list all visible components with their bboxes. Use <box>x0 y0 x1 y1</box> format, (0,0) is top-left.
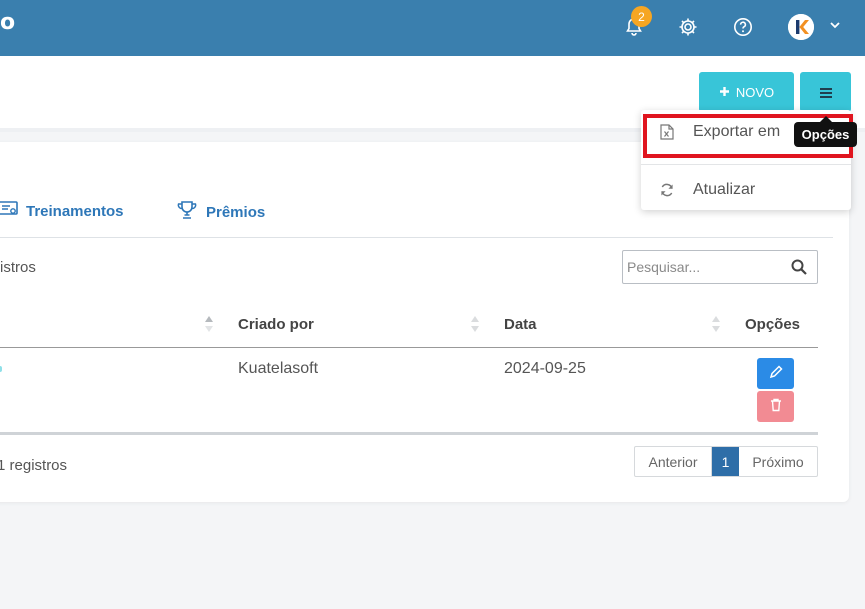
notification-badge[interactable]: 2 <box>631 6 652 27</box>
brand-logo-text[interactable]: o <box>0 10 15 35</box>
cell-date: 2024-09-25 <box>504 360 586 377</box>
records-per-page-label: istros <box>0 259 36 276</box>
table-header-divider <box>0 347 818 348</box>
user-avatar[interactable] <box>788 14 814 40</box>
help-icon[interactable] <box>730 14 756 40</box>
pencil-icon <box>769 364 783 383</box>
new-button[interactable]: NOVO <box>699 72 794 112</box>
menu-item-label: Atualizar <box>693 181 756 198</box>
certificate-icon <box>0 200 18 222</box>
table-footer-divider <box>0 432 818 435</box>
menu-divider <box>641 164 851 165</box>
refresh-icon <box>641 182 693 198</box>
column-header-date[interactable]: Data <box>504 316 537 333</box>
tab-treinamentos[interactable]: Treinamentos <box>0 200 124 222</box>
pagination-previous[interactable]: Anterior <box>635 447 712 476</box>
trophy-icon <box>176 200 198 224</box>
menu-item-refresh[interactable]: Atualizar <box>641 175 851 205</box>
pagination-page-1[interactable]: 1 <box>712 447 739 476</box>
column-header-options: Opções <box>745 316 801 333</box>
edit-button[interactable] <box>757 358 794 389</box>
cell-created-by: Kuatelasoft <box>238 360 319 377</box>
search-icon[interactable] <box>791 259 807 279</box>
plus-icon <box>719 85 730 100</box>
tabs-divider <box>0 237 833 238</box>
sort-icon[interactable] <box>711 314 721 334</box>
search-box[interactable] <box>622 250 818 284</box>
tab-premios[interactable]: Prêmios <box>176 200 265 224</box>
gear-icon[interactable] <box>675 14 701 40</box>
pagination-next[interactable]: Próximo <box>739 447 817 476</box>
search-input[interactable] <box>627 255 787 279</box>
chevron-down-icon[interactable] <box>828 17 842 36</box>
options-tooltip: Opções <box>794 122 857 147</box>
tab-label: Treinamentos <box>26 202 124 220</box>
sort-icon[interactable] <box>470 314 480 334</box>
sort-icon[interactable] <box>204 314 214 334</box>
options-menu-button[interactable] <box>800 72 851 112</box>
delete-button[interactable] <box>757 391 794 422</box>
menu-icon <box>819 83 832 102</box>
new-button-label: NOVO <box>735 84 775 100</box>
pagination: Anterior 1 Próximo <box>634 446 818 477</box>
trash-icon <box>770 397 782 416</box>
table-info-text: 1 registros <box>0 457 68 474</box>
column-header-created-by[interactable]: Criado por <box>238 316 314 333</box>
tab-label: Prêmios <box>206 203 266 221</box>
